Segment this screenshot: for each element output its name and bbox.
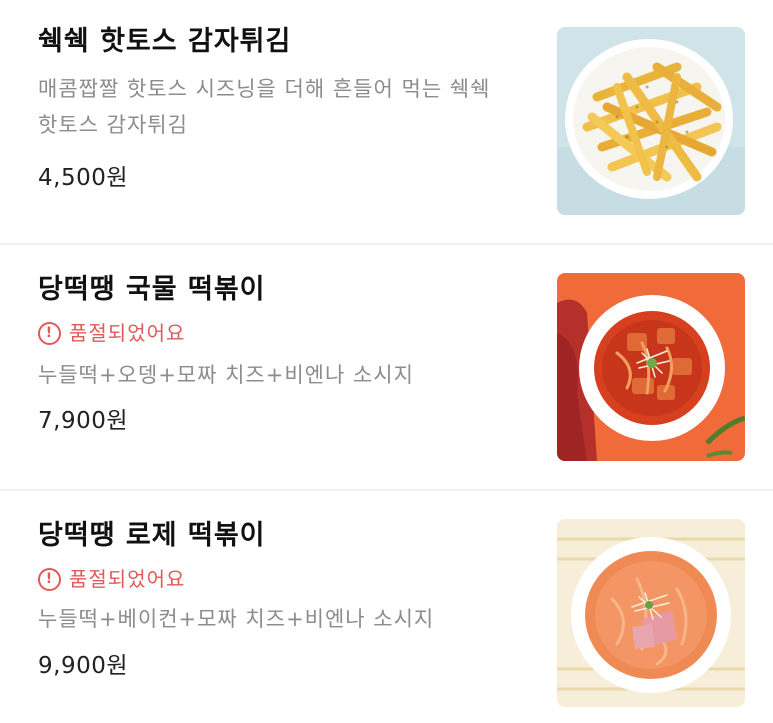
menu-item-name: 쉑쉑 핫토스 감자튀김 bbox=[38, 26, 292, 57]
soldout-status: ! 품절되었어요 bbox=[38, 565, 185, 593]
french-fries-image bbox=[557, 27, 745, 215]
soup-tteokbokki-image bbox=[557, 273, 745, 461]
menu-item-price: 7,900원 bbox=[38, 408, 129, 434]
menu-list: 쉑쉑 핫토스 감자튀김 매콤짭짤 핫토스 시즈닝을 더해 흔들어 먹는 쉑쉑 핫… bbox=[0, 0, 773, 723]
soldout-label: 품절되었어요 bbox=[69, 567, 186, 591]
menu-item-description: 누들떡+오뎅+모짜 치즈+비엔나 소시지 bbox=[38, 363, 414, 387]
menu-item-description-line: 핫토스 감자튀김 bbox=[38, 113, 188, 137]
menu-item-name: 당떡땡 로제 떡볶이 bbox=[38, 520, 266, 551]
menu-item-soup-tteokbokki[interactable]: 당떡땡 국물 떡볶이 ! 품절되었어요 누들떡+오뎅+모짜 치즈+비엔나 소시지… bbox=[0, 245, 773, 489]
rose-tteokbokki-image bbox=[557, 519, 745, 707]
alert-circle-icon: ! bbox=[38, 321, 61, 345]
menu-item-name: 당떡땡 국물 떡볶이 bbox=[38, 274, 266, 305]
menu-item-description: 누들떡+베이컨+모짜 치즈+비엔나 소시지 bbox=[38, 607, 435, 631]
alert-circle-icon: ! bbox=[38, 567, 61, 591]
menu-item-image[interactable] bbox=[557, 519, 745, 707]
menu-item-description: 매콤짭짤 핫토스 시즈닝을 더해 흔들어 먹는 쉑쉑 핫토스 감자튀김 bbox=[38, 71, 538, 143]
menu-item-price: 4,500원 bbox=[38, 165, 129, 191]
menu-item-image[interactable] bbox=[557, 273, 745, 461]
menu-item-image[interactable] bbox=[557, 27, 745, 215]
soldout-status: ! 품절되었어요 bbox=[38, 319, 185, 347]
menu-item-price: 9,900원 bbox=[38, 653, 129, 679]
menu-item-description-line: 매콤짭짤 핫토스 시즈닝을 더해 흔들어 먹는 쉑쉑 bbox=[38, 77, 491, 101]
soldout-label: 품절되었어요 bbox=[69, 321, 186, 345]
menu-item-rose-tteokbokki[interactable]: 당떡땡 로제 떡볶이 ! 품절되었어요 누들떡+베이컨+모짜 치즈+비엔나 소시… bbox=[0, 491, 773, 723]
menu-item-fries[interactable]: 쉑쉑 핫토스 감자튀김 매콤짭짤 핫토스 시즈닝을 더해 흔들어 먹는 쉑쉑 핫… bbox=[0, 0, 773, 243]
